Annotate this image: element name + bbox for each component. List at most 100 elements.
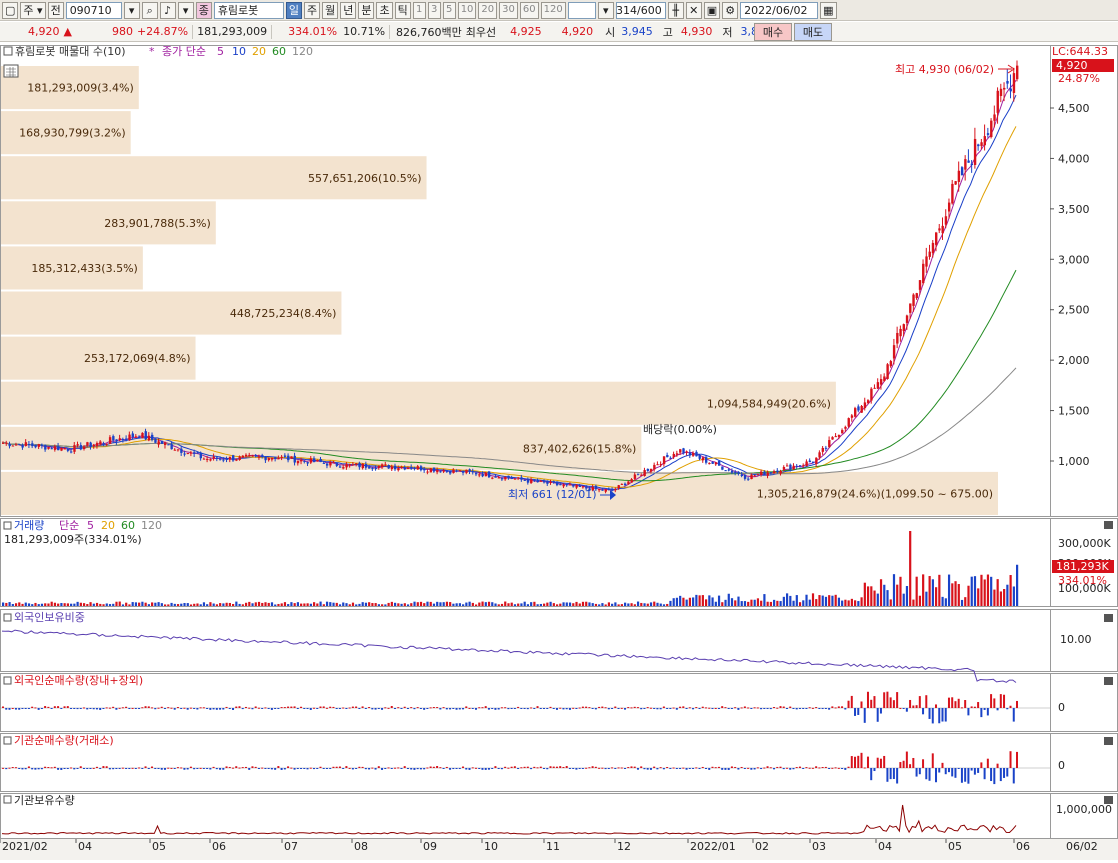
- net-bar: [559, 766, 562, 768]
- candle-body: [128, 434, 131, 441]
- net-bar: [487, 768, 490, 770]
- close-icon[interactable]: [1104, 677, 1113, 685]
- period-tab-day[interactable]: 일: [285, 1, 302, 19]
- close-icon[interactable]: [1104, 737, 1113, 745]
- net-bar: [397, 767, 400, 769]
- interval-30[interactable]: 30: [499, 1, 518, 19]
- net-bar: [883, 692, 886, 708]
- net-bar: [704, 707, 707, 709]
- sell-button[interactable]: 매도: [794, 23, 832, 41]
- volume-bar: [413, 601, 416, 606]
- legend-bullet-icon: *: [149, 45, 155, 58]
- net-bar: [468, 707, 471, 709]
- custom-interval-input[interactable]: [567, 1, 596, 19]
- candle-body: [841, 430, 844, 434]
- volume-bar: [449, 602, 452, 606]
- buy-button[interactable]: 매수: [754, 23, 792, 41]
- stock-code-input[interactable]: 090710: [65, 1, 122, 19]
- candle-body: [951, 183, 954, 204]
- net-bar: [857, 708, 860, 715]
- net-bar: [180, 708, 183, 709]
- net-bar: [141, 768, 144, 769]
- volume-bar: [108, 604, 112, 606]
- period-tab-tick[interactable]: 틱: [394, 1, 411, 19]
- close-icon[interactable]: [1104, 521, 1113, 529]
- net-bar: [957, 768, 960, 769]
- date-input[interactable]: 2022/06/02: [740, 1, 819, 19]
- candle-body: [21, 444, 24, 448]
- candle-body: [384, 464, 387, 466]
- gear-icon[interactable]: ⚙: [722, 1, 739, 19]
- period-tab-month[interactable]: 월: [322, 1, 339, 19]
- period-tab-second[interactable]: 초: [376, 1, 393, 19]
- interval-5[interactable]: 5: [442, 1, 456, 19]
- net-bar: [465, 706, 468, 708]
- net-bar: [186, 708, 189, 710]
- market-select[interactable]: 주 ▾: [20, 1, 46, 19]
- candle-body: [157, 441, 160, 445]
- net-bar: [507, 767, 510, 769]
- net-bar: [410, 707, 413, 709]
- net-bar: [280, 707, 283, 709]
- interval-3[interactable]: 3: [427, 1, 441, 19]
- period-tab-year[interactable]: 년: [340, 1, 357, 19]
- count-input[interactable]: 314/600: [615, 1, 666, 19]
- net-bar: [659, 708, 662, 710]
- speaker-icon[interactable]: ♪: [159, 1, 176, 19]
- candle-body: [99, 441, 102, 445]
- save-icon[interactable]: ▣: [703, 1, 721, 19]
- net-bar: [980, 762, 983, 768]
- net-bar: [854, 708, 857, 716]
- candle-body: [196, 452, 199, 454]
- net-bar: [355, 706, 358, 708]
- net-bar: [938, 768, 941, 773]
- net-bar: [274, 768, 277, 770]
- close-icon[interactable]: [1104, 614, 1113, 622]
- net-bar: [841, 768, 844, 769]
- net-bar: [879, 758, 882, 768]
- interval-60[interactable]: 60: [519, 1, 539, 19]
- volume-bar: [798, 602, 802, 606]
- net-bar: [737, 768, 740, 770]
- stock-chart[interactable]: 181,293,009(3.4%) 168,930,799(3.2%) 557,65…: [0, 43, 1118, 860]
- quote-open: 3,945: [621, 25, 653, 38]
- net-bar: [598, 706, 601, 708]
- chevron-down-icon[interactable]: ▾: [597, 1, 614, 19]
- volume-bar: [180, 603, 183, 606]
- search-icon[interactable]: ⌕: [141, 1, 158, 19]
- net-bar: [316, 768, 319, 769]
- net-bar: [685, 708, 688, 709]
- volume-legend-title: 거래량: [14, 519, 44, 532]
- chevron-down-icon[interactable]: ▾: [177, 1, 194, 19]
- volume-bar: [193, 603, 196, 606]
- interval-20[interactable]: 20: [478, 1, 498, 19]
- window-icon[interactable]: ▢: [2, 1, 19, 19]
- net-bar: [193, 708, 196, 709]
- volume-bar: [828, 595, 831, 606]
- draw-icon[interactable]: ✕: [685, 1, 702, 19]
- interval-10[interactable]: 10: [457, 1, 477, 19]
- net-bar: [225, 706, 228, 708]
- net-bar: [329, 706, 332, 708]
- candle-icon[interactable]: ╫: [667, 1, 684, 19]
- dropdown-icon[interactable]: ▾: [123, 1, 140, 19]
- candle-body: [355, 463, 358, 465]
- volume-bar: [646, 603, 649, 606]
- net-bar: [552, 708, 555, 709]
- period-tab-minute[interactable]: 분: [358, 1, 375, 19]
- net-bar: [183, 768, 186, 770]
- interval-1[interactable]: 1: [412, 1, 426, 19]
- period-tab-week[interactable]: 주: [303, 1, 321, 19]
- close-icon[interactable]: [1104, 796, 1113, 804]
- net-bar: [257, 768, 260, 769]
- candle-body: [604, 489, 607, 492]
- net-bar: [121, 767, 124, 769]
- prev-button[interactable]: 전: [47, 1, 64, 19]
- calendar-icon[interactable]: ▦: [820, 1, 837, 19]
- stock-name-field[interactable]: 휴림로봇: [213, 1, 284, 19]
- net-bar: [332, 766, 335, 768]
- interval-120[interactable]: 120: [540, 1, 566, 19]
- volume-bar: [539, 603, 542, 606]
- volume-bar: [462, 604, 465, 606]
- volume-bar: [390, 601, 393, 606]
